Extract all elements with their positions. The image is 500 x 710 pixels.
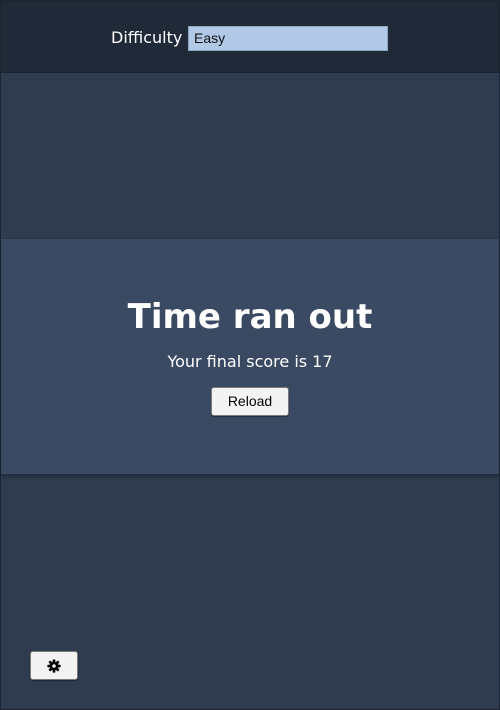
reload-button[interactable]: Reload: [211, 387, 289, 416]
settings-button[interactable]: [30, 651, 78, 680]
difficulty-select[interactable]: Easy: [188, 26, 388, 51]
gear-icon: [47, 659, 61, 673]
top-bar: Difficulty Easy: [1, 1, 499, 73]
final-score-text: Your final score is 17: [167, 352, 333, 371]
game-window: Difficulty Easy Time ran out Your final …: [0, 0, 500, 710]
game-over-panel: Time ran out Your final score is 17 Relo…: [1, 239, 499, 474]
game-over-title: Time ran out: [127, 297, 373, 337]
difficulty-label: Difficulty: [111, 28, 183, 47]
